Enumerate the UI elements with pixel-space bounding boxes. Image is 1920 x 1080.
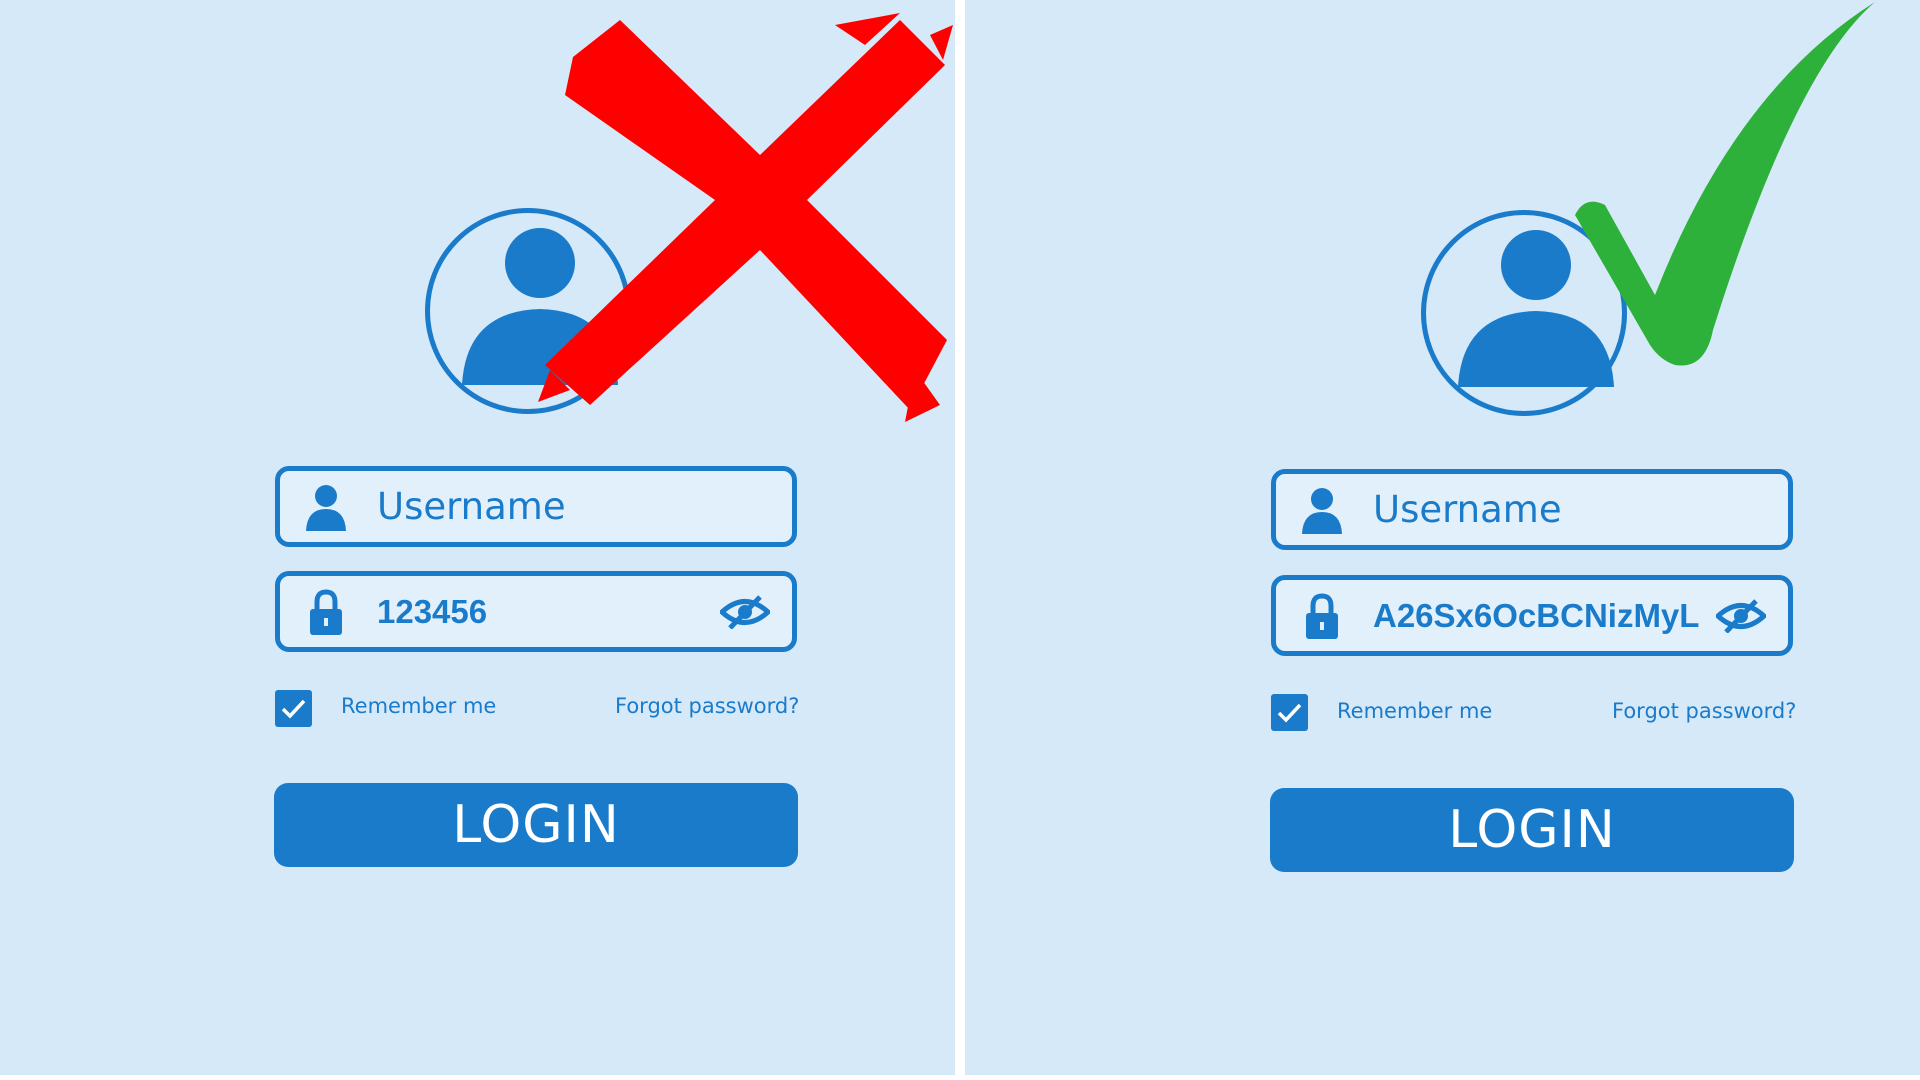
user-icon: [1302, 488, 1342, 534]
password-value: 123456: [377, 593, 488, 630]
user-icon: [306, 485, 346, 531]
login-button[interactable]: LOGIN: [274, 783, 798, 867]
password-value: A26Sx6OcBCNizMyL: [1373, 597, 1700, 634]
green-check-mark-icon: [1575, 2, 1875, 366]
strong-password-panel: Username A26Sx6OcBCNizMyL Remember me Fo…: [965, 0, 1920, 1075]
forgot-password-link[interactable]: Forgot password?: [615, 694, 799, 718]
checkmark-icon: [1277, 703, 1302, 723]
comparison-image: Username 123456 Remember me Forgot passw…: [0, 0, 1920, 1080]
username-placeholder: Username: [377, 485, 566, 528]
remember-me-label: Remember me: [1337, 699, 1493, 723]
remember-me-label: Remember me: [341, 694, 497, 718]
username-placeholder: Username: [1373, 488, 1562, 531]
eye-slash-icon[interactable]: [720, 595, 770, 629]
checkmark-icon: [281, 699, 306, 719]
username-field[interactable]: Username: [1271, 469, 1793, 550]
login-button[interactable]: LOGIN: [1270, 788, 1794, 872]
forgot-password-link[interactable]: Forgot password?: [1612, 699, 1796, 723]
password-field[interactable]: 123456: [275, 571, 797, 652]
lock-icon: [310, 589, 342, 635]
remember-me-checkbox[interactable]: [275, 690, 312, 727]
lock-icon: [1306, 593, 1338, 639]
eye-slash-icon[interactable]: [1716, 599, 1766, 633]
red-cross-mark-icon: [538, 13, 953, 422]
username-field[interactable]: Username: [275, 466, 797, 547]
remember-me-checkbox[interactable]: [1271, 694, 1308, 731]
password-field[interactable]: A26Sx6OcBCNizMyL: [1271, 575, 1793, 656]
weak-password-panel: Username 123456 Remember me Forgot passw…: [0, 0, 955, 1075]
